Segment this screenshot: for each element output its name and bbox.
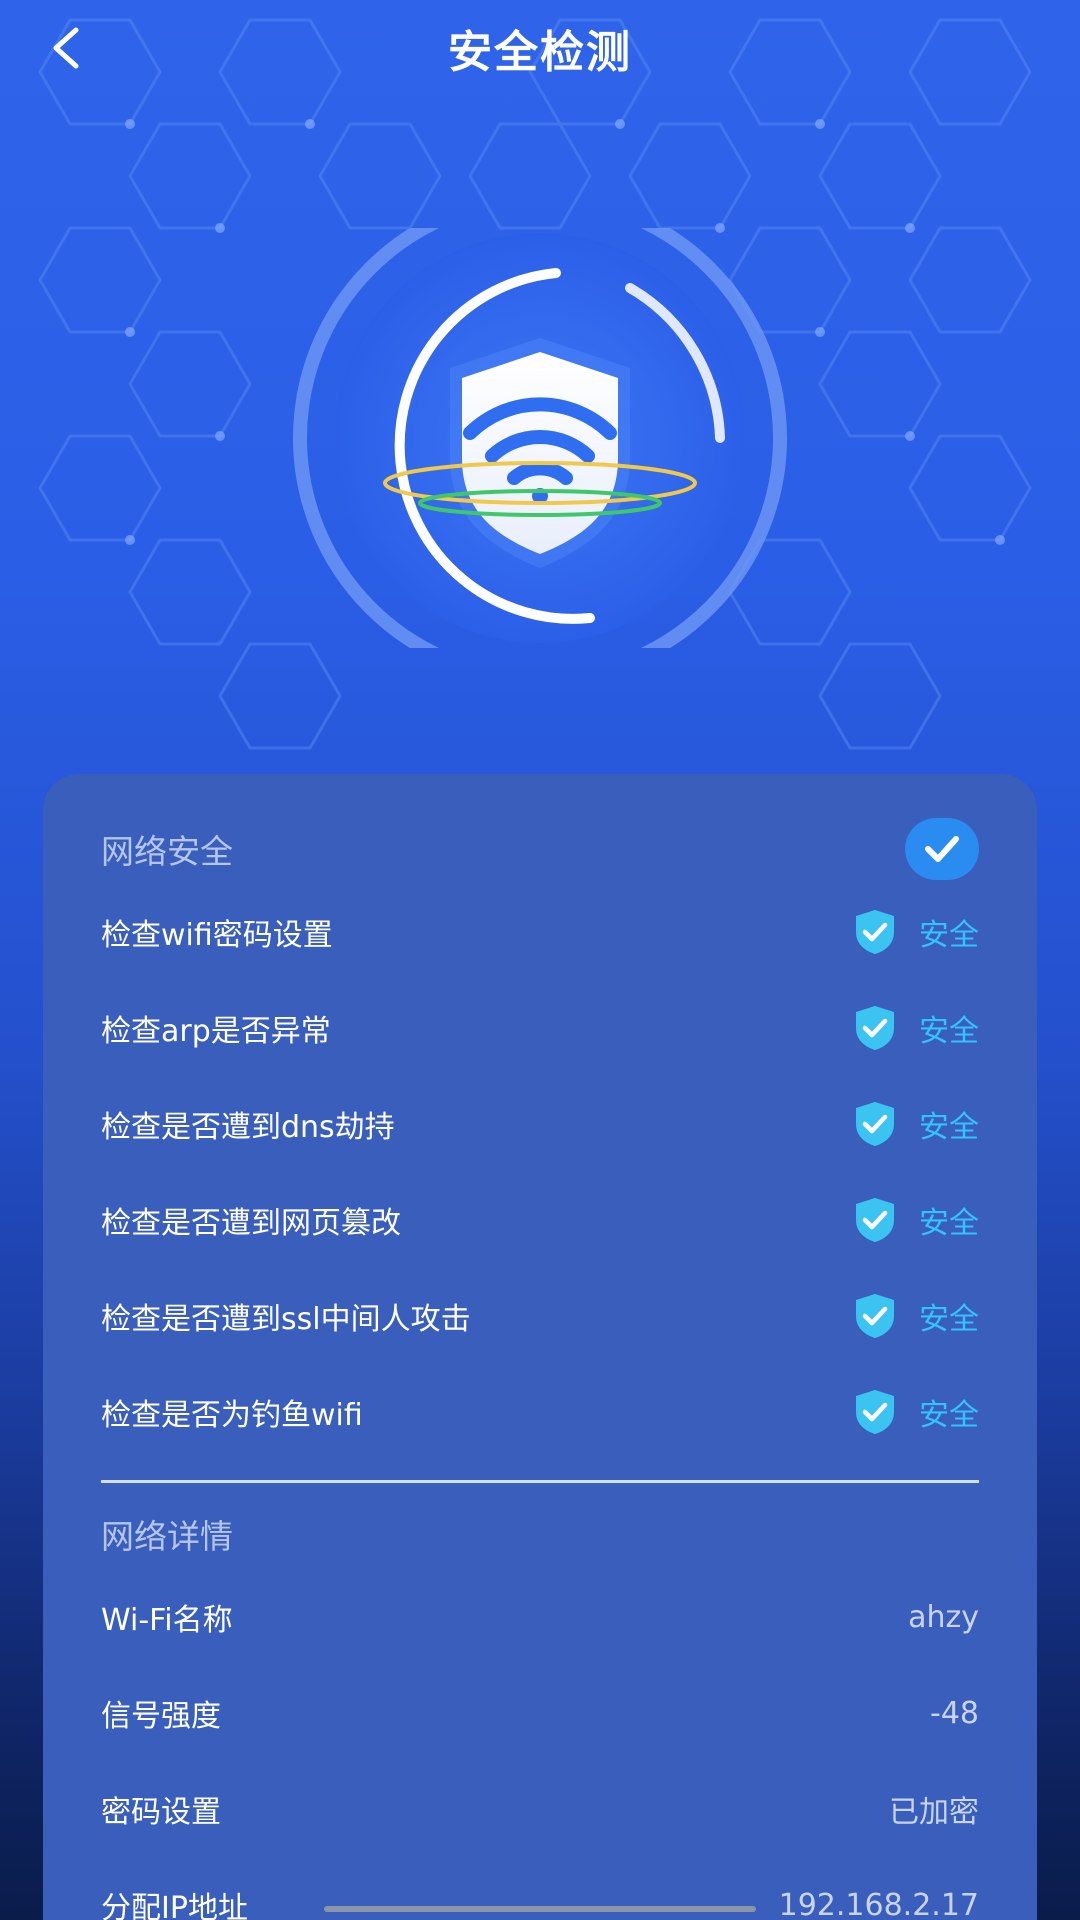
detail-label: Wi-Fi名称 <box>101 1603 233 1638</box>
check-item-label: 检查是否遭到dns劫持 <box>101 1110 395 1145</box>
status-text: 安全 <box>919 1206 979 1241</box>
header-bar: 安全检测 <box>0 0 1080 96</box>
check-status: 安全 <box>853 908 979 956</box>
shield-check-icon <box>856 1006 894 1050</box>
shield-check-icon <box>856 1198 894 1242</box>
result-card: 网络安全 检查wifi密码设置 安全 检查arp是否异常 安全 检查是否遭到dn… <box>43 774 1037 1920</box>
page-title: 安全检测 <box>448 27 632 78</box>
shield-check-icon <box>856 910 894 954</box>
shield-check-icon <box>856 1390 894 1434</box>
detail-value: ahzy <box>908 1599 979 1635</box>
shield-check-icon <box>856 1294 894 1338</box>
status-text: 安全 <box>919 1302 979 1337</box>
check-item-label: 检查是否遭到网页篡改 <box>101 1206 401 1241</box>
home-indicator[interactable] <box>324 1906 756 1912</box>
check-status: 安全 <box>853 1388 979 1436</box>
security-check-row: 检查wifi密码设置 安全 <box>101 884 979 980</box>
scan-animation <box>290 191 790 685</box>
details-section-title: 网络详情 <box>101 1517 233 1556</box>
status-text: 安全 <box>919 918 979 953</box>
security-check-row: 检查arp是否异常 安全 <box>101 980 979 1076</box>
check-status: 安全 <box>853 1196 979 1244</box>
detail-value: 192.168.2.17 <box>778 1887 979 1920</box>
back-button[interactable] <box>36 18 96 78</box>
details-section-header: 网络详情 <box>101 1499 979 1569</box>
detail-value: -48 <box>930 1695 979 1731</box>
security-section-header: 网络安全 <box>101 814 979 884</box>
status-text: 安全 <box>919 1398 979 1433</box>
shield-check-icon <box>856 1102 894 1146</box>
detail-value: 已加密 <box>889 1795 979 1830</box>
section-divider <box>101 1480 979 1483</box>
security-check-row: 检查是否为钓鱼wifi 安全 <box>101 1364 979 1460</box>
security-check-list: 检查wifi密码设置 安全 检查arp是否异常 安全 检查是否遭到dns劫持 安… <box>101 884 979 1460</box>
chevron-left-icon <box>53 27 79 69</box>
status-text: 安全 <box>919 1110 979 1145</box>
security-section-title: 网络安全 <box>101 832 233 871</box>
network-details-list: Wi-Fi名称 ahzy 信号强度 -48 密码设置 已加密 分配IP地址 19… <box>101 1569 979 1920</box>
check-item-label: 检查arp是否异常 <box>101 1014 331 1049</box>
security-check-row: 检查是否遭到dns劫持 安全 <box>101 1076 979 1172</box>
security-check-row: 检查是否遭到网页篡改 安全 <box>101 1172 979 1268</box>
detail-label: 信号强度 <box>101 1699 221 1734</box>
check-item-label: 检查是否遭到ssl中间人攻击 <box>101 1302 471 1337</box>
detail-row: Wi-Fi名称 ahzy <box>101 1569 979 1665</box>
detail-row: 密码设置 已加密 <box>101 1761 979 1857</box>
security-check-row: 检查是否遭到ssl中间人攻击 安全 <box>101 1268 979 1364</box>
wifi-shield-icon <box>293 191 787 685</box>
section-complete-badge <box>905 818 979 880</box>
detail-label: 密码设置 <box>101 1795 221 1830</box>
check-status: 安全 <box>853 1100 979 1148</box>
check-item-label: 检查是否为钓鱼wifi <box>101 1398 363 1433</box>
status-text: 安全 <box>919 1014 979 1049</box>
check-item-label: 检查wifi密码设置 <box>101 918 333 953</box>
check-status: 安全 <box>853 1004 979 1052</box>
check-status: 安全 <box>853 1292 979 1340</box>
detail-label: 分配IP地址 <box>101 1891 248 1920</box>
check-icon <box>925 836 959 862</box>
detail-row: 信号强度 -48 <box>101 1665 979 1761</box>
